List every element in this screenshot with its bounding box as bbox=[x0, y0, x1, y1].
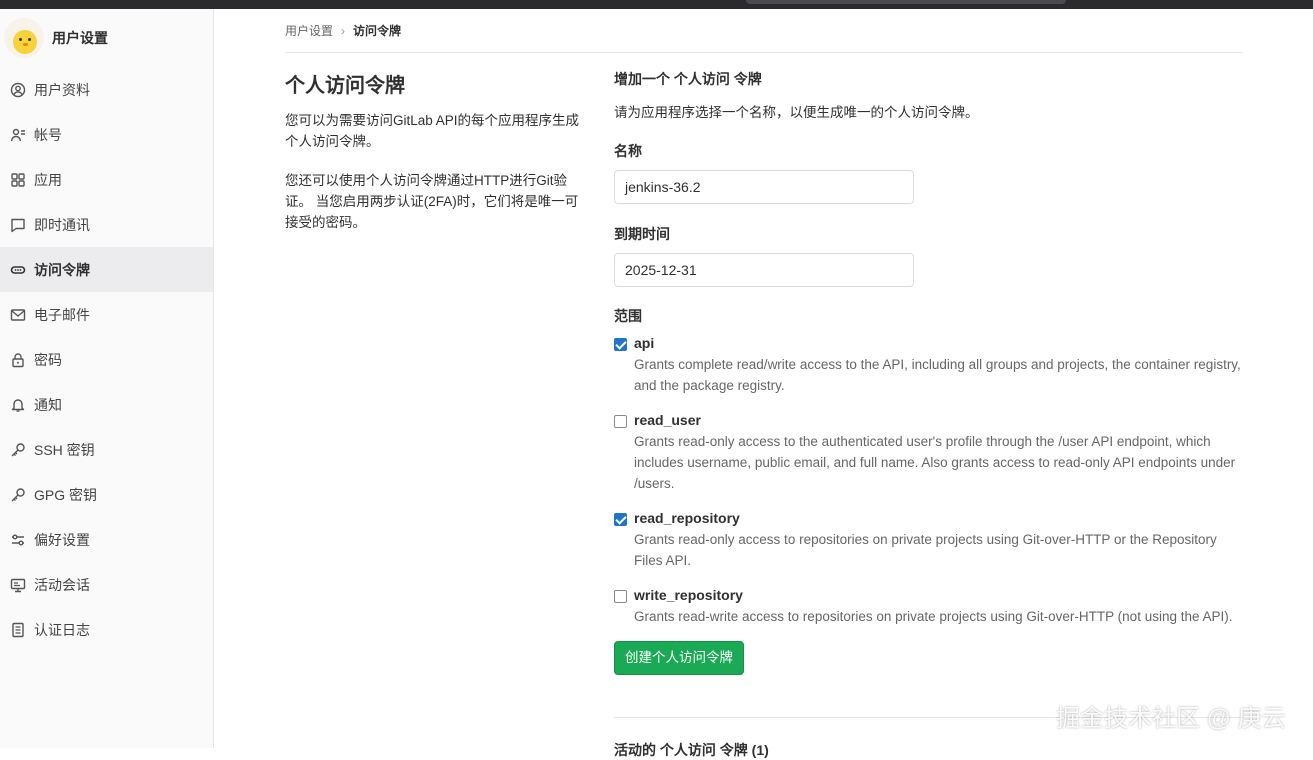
applications-icon bbox=[10, 172, 26, 188]
scope-body: api Grants complete read/write access to … bbox=[634, 335, 1244, 396]
key-icon bbox=[10, 442, 26, 458]
breadcrumb-parent[interactable]: 用户设置 bbox=[285, 22, 333, 39]
breadcrumb-current: 访问令牌 bbox=[353, 24, 402, 38]
scope-body: read_user Grants read-only access to the … bbox=[634, 412, 1244, 494]
sidebar-item[interactable]: GPG 密钥 bbox=[0, 472, 213, 517]
lock-icon bbox=[10, 352, 26, 368]
sidebar-item-label: 访问令牌 bbox=[34, 261, 90, 278]
expires-at-input[interactable]: 2025-12-31 bbox=[614, 253, 914, 287]
scope-name[interactable]: read_user bbox=[634, 412, 1244, 428]
sidebar-item-label: SSH 密钥 bbox=[34, 441, 95, 458]
sidebar-item[interactable]: 用户资料 bbox=[0, 67, 213, 112]
scope-help-text: Grants read-write access to repositories… bbox=[634, 609, 1233, 624]
sidebar-item[interactable]: 应用 bbox=[0, 157, 213, 202]
scope-name[interactable]: write_repository bbox=[634, 587, 1244, 603]
chat-icon bbox=[10, 217, 26, 233]
profile-icon bbox=[10, 82, 26, 98]
name-label: 名称 bbox=[614, 143, 642, 159]
sidebar-item-label: GPG 密钥 bbox=[34, 486, 98, 503]
scope-option: read_user Grants read-only access to the … bbox=[614, 412, 1244, 494]
search-bar[interactable] bbox=[746, 0, 1066, 4]
main-content: 用户设置 › 访问令牌 个人访问令牌 您可以为需要访问GitLab API的每个… bbox=[285, 9, 1244, 758]
sidebar-item-label: 用户资料 bbox=[34, 81, 90, 98]
bell-icon bbox=[10, 397, 26, 413]
scope-body: read_repository Grants read-only access t… bbox=[634, 510, 1244, 571]
scope-help-text: Grants read-only access to repositories … bbox=[634, 532, 1217, 568]
scope-help-text: Grants read-only access to the authentic… bbox=[634, 434, 1236, 491]
sidebar-item-label: 电子邮件 bbox=[34, 306, 90, 323]
sidebar-item-label: 密码 bbox=[34, 351, 62, 368]
expires-label: 到期时间 bbox=[614, 226, 670, 242]
token-icon bbox=[10, 262, 26, 278]
sidebar-item[interactable]: 偏好设置 bbox=[0, 517, 213, 562]
sidebar-item[interactable]: 电子邮件 bbox=[0, 292, 213, 337]
mail-icon bbox=[10, 307, 26, 323]
add-token-form: 增加一个 个人访问 令牌 请为应用程序选择一个名称，以便生成唯一的个人访问令牌。… bbox=[614, 69, 1244, 675]
monitor-icon bbox=[10, 577, 26, 593]
sidebar-item-label: 偏好设置 bbox=[34, 531, 90, 548]
key-icon bbox=[10, 487, 26, 503]
scope-help-text: Grants complete read/write access to the… bbox=[634, 357, 1241, 393]
scope-checkbox[interactable] bbox=[614, 415, 627, 428]
sidebar-item[interactable]: SSH 密钥 bbox=[0, 427, 213, 472]
sidebar-item-label: 即时通讯 bbox=[34, 216, 90, 233]
scope-option: write_repository Grants read-write access… bbox=[614, 587, 1244, 627]
scope-checkbox[interactable] bbox=[614, 590, 627, 603]
sidebar-item-label: 帐号 bbox=[34, 126, 62, 143]
sidebar-item-label: 通知 bbox=[34, 396, 62, 413]
sidebar-item[interactable]: 通知 bbox=[0, 382, 213, 427]
scope-checkbox[interactable] bbox=[614, 338, 627, 351]
create-token-button[interactable]: 创建个人访问令牌 bbox=[614, 641, 744, 675]
sidebar-item[interactable]: 认证日志 bbox=[0, 607, 213, 652]
intro-description-2fa: 您还可以使用个人访问令牌通过HTTP进行Git验证。 当您启用两步认证(2FA)… bbox=[285, 173, 579, 230]
avatar[interactable] bbox=[4, 18, 44, 58]
scope-option: read_repository Grants read-only access t… bbox=[614, 510, 1244, 571]
sidebar-item[interactable]: 活动会话 bbox=[0, 562, 213, 607]
token-name-input[interactable]: jenkins-36.2 bbox=[614, 170, 914, 204]
top-navbar bbox=[0, 0, 1313, 9]
sidebar-item[interactable]: 即时通讯 bbox=[0, 202, 213, 247]
scope-checkbox[interactable] bbox=[614, 513, 627, 526]
sidebar-title[interactable]: 用户设置 bbox=[52, 28, 108, 48]
account-icon bbox=[10, 127, 26, 143]
log-icon bbox=[10, 622, 26, 638]
sidebar-item-label: 认证日志 bbox=[34, 621, 90, 638]
watermark: 掘金技术社区 @ 庚云 bbox=[1056, 705, 1286, 732]
intro-section: 个人访问令牌 您可以为需要访问GitLab API的每个应用程序生成个人访问令牌… bbox=[285, 69, 585, 251]
scopes-label: 范围 bbox=[614, 308, 642, 324]
scope-option: api Grants complete read/write access to … bbox=[614, 335, 1244, 396]
scope-body: write_repository Grants read-write access… bbox=[634, 587, 1244, 627]
sidebar-header[interactable]: 用户设置 bbox=[0, 9, 213, 67]
sidebar-nav: 用户资料帐号应用即时通讯访问令牌电子邮件密码通知 SSH 密钥 GPG 密钥 偏好设置… bbox=[0, 67, 213, 652]
scope-name[interactable]: api bbox=[634, 335, 1244, 351]
intro-description: 您可以为需要访问GitLab API的每个应用程序生成个人访问令牌。 bbox=[285, 113, 580, 149]
sidebar-item[interactable]: 帐号 bbox=[0, 112, 213, 157]
form-title: 增加一个 个人访问 令牌 bbox=[614, 71, 762, 87]
sidebar-item[interactable]: 访问令牌 bbox=[0, 247, 213, 292]
active-tokens-title: 活动的 个人访问 令牌 (1) bbox=[614, 742, 769, 758]
sidebar-item[interactable]: 密码 bbox=[0, 337, 213, 382]
form-description: 请为应用程序选择一个名称，以便生成唯一的个人访问令牌。 bbox=[614, 105, 979, 120]
scope-name[interactable]: read_repository bbox=[634, 510, 1244, 526]
sidebar-item-label: 活动会话 bbox=[34, 576, 90, 593]
breadcrumb-separator-icon: › bbox=[341, 23, 346, 38]
settings-sidebar: 用户设置 用户资料帐号应用即时通讯访问令牌电子邮件密码通知 SSH 密钥 GPG 密… bbox=[0, 9, 214, 748]
sidebar-item-label: 应用 bbox=[34, 171, 62, 188]
preferences-icon bbox=[10, 532, 26, 548]
page-title: 个人访问令牌 bbox=[285, 75, 405, 97]
breadcrumb: 用户设置 › 访问令牌 bbox=[285, 9, 1243, 53]
scopes-list: api Grants complete read/write access to … bbox=[614, 335, 1244, 627]
